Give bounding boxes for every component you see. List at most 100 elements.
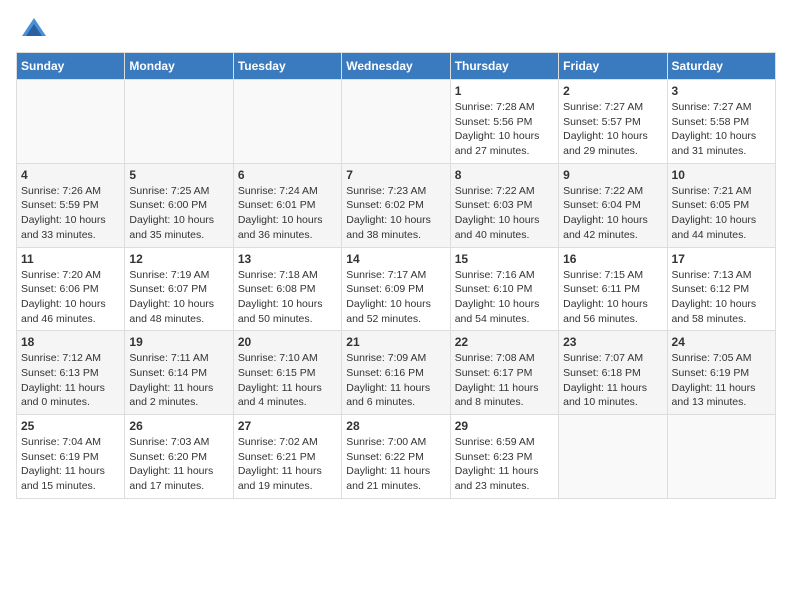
day-number: 7: [346, 168, 445, 182]
day-info: Sunrise: 7:08 AM Sunset: 6:17 PM Dayligh…: [455, 351, 554, 410]
day-info: Sunrise: 7:11 AM Sunset: 6:14 PM Dayligh…: [129, 351, 228, 410]
calendar-cell: 3 Sunrise: 7:27 AM Sunset: 5:58 PM Daylig…: [667, 80, 775, 164]
day-info: Sunrise: 7:26 AM Sunset: 5:59 PM Dayligh…: [21, 184, 120, 243]
day-number: 15: [455, 252, 554, 266]
calendar-week-1: 1Sunrise: 7:28 AM Sunset: 5:56 PM Daylig…: [17, 80, 776, 164]
calendar-week-4: 18 Sunrise: 7:12 AM Sunset: 6:13 PM Dayli…: [17, 331, 776, 415]
page-header: [16, 16, 776, 44]
calendar-cell: 4 Sunrise: 7:26 AM Sunset: 5:59 PM Daylig…: [17, 163, 125, 247]
day-info: Sunrise: 7:07 AM Sunset: 6:18 PM Dayligh…: [563, 351, 662, 410]
day-info: Sunrise: 7:23 AM Sunset: 6:02 PM Dayligh…: [346, 184, 445, 243]
calendar-cell: [667, 415, 775, 499]
day-number: 9: [563, 168, 662, 182]
day-number: 1: [455, 84, 554, 98]
day-number: 23: [563, 335, 662, 349]
day-number: 22: [455, 335, 554, 349]
day-number: 27: [238, 419, 337, 433]
day-header-friday: Friday: [559, 53, 667, 80]
day-info: Sunrise: 7:27 AM Sunset: 5:58 PM Dayligh…: [672, 100, 771, 159]
day-info: Sunrise: 7:24 AM Sunset: 6:01 PM Dayligh…: [238, 184, 337, 243]
day-number: 19: [129, 335, 228, 349]
day-number: 24: [672, 335, 771, 349]
calendar-cell: 2Sunrise: 7:27 AM Sunset: 5:57 PM Daylig…: [559, 80, 667, 164]
day-number: 21: [346, 335, 445, 349]
day-number: 14: [346, 252, 445, 266]
calendar-cell: 8 Sunrise: 7:22 AM Sunset: 6:03 PM Daylig…: [450, 163, 558, 247]
day-header-sunday: Sunday: [17, 53, 125, 80]
day-info: Sunrise: 7:18 AM Sunset: 6:08 PM Dayligh…: [238, 268, 337, 327]
calendar-cell: [17, 80, 125, 164]
day-number: 10: [672, 168, 771, 182]
day-info: Sunrise: 7:27 AM Sunset: 5:57 PM Dayligh…: [563, 100, 662, 159]
calendar-cell: [125, 80, 233, 164]
day-number: 28: [346, 419, 445, 433]
day-number: 11: [21, 252, 120, 266]
day-info: Sunrise: 7:12 AM Sunset: 6:13 PM Dayligh…: [21, 351, 120, 410]
calendar-cell: 28 Sunrise: 7:00 AM Sunset: 6:22 PM Dayli…: [342, 415, 450, 499]
day-number: 17: [672, 252, 771, 266]
calendar-cell: 19 Sunrise: 7:11 AM Sunset: 6:14 PM Dayli…: [125, 331, 233, 415]
day-info: Sunrise: 7:25 AM Sunset: 6:00 PM Dayligh…: [129, 184, 228, 243]
day-number: 8: [455, 168, 554, 182]
calendar-cell: 16 Sunrise: 7:15 AM Sunset: 6:11 PM Dayli…: [559, 247, 667, 331]
day-info: Sunrise: 7:03 AM Sunset: 6:20 PM Dayligh…: [129, 435, 228, 494]
day-info: Sunrise: 7:21 AM Sunset: 6:05 PM Dayligh…: [672, 184, 771, 243]
day-number: 3: [672, 84, 771, 98]
day-info: Sunrise: 6:59 AM Sunset: 6:23 PM Dayligh…: [455, 435, 554, 494]
calendar-week-5: 25 Sunrise: 7:04 AM Sunset: 6:19 PM Dayli…: [17, 415, 776, 499]
day-info: Sunrise: 7:19 AM Sunset: 6:07 PM Dayligh…: [129, 268, 228, 327]
calendar-cell: 22 Sunrise: 7:08 AM Sunset: 6:17 PM Dayli…: [450, 331, 558, 415]
calendar-cell: 6 Sunrise: 7:24 AM Sunset: 6:01 PM Daylig…: [233, 163, 341, 247]
day-header-wednesday: Wednesday: [342, 53, 450, 80]
logo-icon: [20, 16, 48, 44]
calendar-cell: 7 Sunrise: 7:23 AM Sunset: 6:02 PM Daylig…: [342, 163, 450, 247]
calendar-cell: [559, 415, 667, 499]
day-header-saturday: Saturday: [667, 53, 775, 80]
calendar-cell: [233, 80, 341, 164]
day-number: 6: [238, 168, 337, 182]
day-number: 26: [129, 419, 228, 433]
day-info: Sunrise: 7:22 AM Sunset: 6:04 PM Dayligh…: [563, 184, 662, 243]
day-header-monday: Monday: [125, 53, 233, 80]
day-info: Sunrise: 7:02 AM Sunset: 6:21 PM Dayligh…: [238, 435, 337, 494]
calendar-cell: 9 Sunrise: 7:22 AM Sunset: 6:04 PM Daylig…: [559, 163, 667, 247]
day-info: Sunrise: 7:09 AM Sunset: 6:16 PM Dayligh…: [346, 351, 445, 410]
calendar-cell: 21 Sunrise: 7:09 AM Sunset: 6:16 PM Dayli…: [342, 331, 450, 415]
day-info: Sunrise: 7:05 AM Sunset: 6:19 PM Dayligh…: [672, 351, 771, 410]
day-info: Sunrise: 7:04 AM Sunset: 6:19 PM Dayligh…: [21, 435, 120, 494]
day-info: Sunrise: 7:00 AM Sunset: 6:22 PM Dayligh…: [346, 435, 445, 494]
calendar-cell: 18 Sunrise: 7:12 AM Sunset: 6:13 PM Dayli…: [17, 331, 125, 415]
calendar-cell: 23 Sunrise: 7:07 AM Sunset: 6:18 PM Dayli…: [559, 331, 667, 415]
calendar-week-2: 4 Sunrise: 7:26 AM Sunset: 5:59 PM Daylig…: [17, 163, 776, 247]
day-info: Sunrise: 7:15 AM Sunset: 6:11 PM Dayligh…: [563, 268, 662, 327]
calendar: SundayMondayTuesdayWednesdayThursdayFrid…: [16, 52, 776, 499]
day-info: Sunrise: 7:16 AM Sunset: 6:10 PM Dayligh…: [455, 268, 554, 327]
day-number: 25: [21, 419, 120, 433]
calendar-week-3: 11 Sunrise: 7:20 AM Sunset: 6:06 PM Dayli…: [17, 247, 776, 331]
day-info: Sunrise: 7:10 AM Sunset: 6:15 PM Dayligh…: [238, 351, 337, 410]
calendar-cell: 11 Sunrise: 7:20 AM Sunset: 6:06 PM Dayli…: [17, 247, 125, 331]
calendar-cell: [342, 80, 450, 164]
day-number: 20: [238, 335, 337, 349]
calendar-cell: 26 Sunrise: 7:03 AM Sunset: 6:20 PM Dayli…: [125, 415, 233, 499]
day-number: 12: [129, 252, 228, 266]
day-info: Sunrise: 7:20 AM Sunset: 6:06 PM Dayligh…: [21, 268, 120, 327]
day-info: Sunrise: 7:22 AM Sunset: 6:03 PM Dayligh…: [455, 184, 554, 243]
calendar-cell: 29 Sunrise: 6:59 AM Sunset: 6:23 PM Dayli…: [450, 415, 558, 499]
day-number: 16: [563, 252, 662, 266]
calendar-cell: 12 Sunrise: 7:19 AM Sunset: 6:07 PM Dayli…: [125, 247, 233, 331]
calendar-cell: 10 Sunrise: 7:21 AM Sunset: 6:05 PM Dayli…: [667, 163, 775, 247]
calendar-cell: 15 Sunrise: 7:16 AM Sunset: 6:10 PM Dayli…: [450, 247, 558, 331]
calendar-cell: 27 Sunrise: 7:02 AM Sunset: 6:21 PM Dayli…: [233, 415, 341, 499]
day-info: Sunrise: 7:17 AM Sunset: 6:09 PM Dayligh…: [346, 268, 445, 327]
day-number: 13: [238, 252, 337, 266]
day-header-thursday: Thursday: [450, 53, 558, 80]
day-number: 29: [455, 419, 554, 433]
day-number: 4: [21, 168, 120, 182]
calendar-cell: 13 Sunrise: 7:18 AM Sunset: 6:08 PM Dayli…: [233, 247, 341, 331]
calendar-cell: 1Sunrise: 7:28 AM Sunset: 5:56 PM Daylig…: [450, 80, 558, 164]
calendar-cell: 24 Sunrise: 7:05 AM Sunset: 6:19 PM Dayli…: [667, 331, 775, 415]
day-number: 18: [21, 335, 120, 349]
calendar-cell: 5Sunrise: 7:25 AM Sunset: 6:00 PM Daylig…: [125, 163, 233, 247]
calendar-cell: 25 Sunrise: 7:04 AM Sunset: 6:19 PM Dayli…: [17, 415, 125, 499]
